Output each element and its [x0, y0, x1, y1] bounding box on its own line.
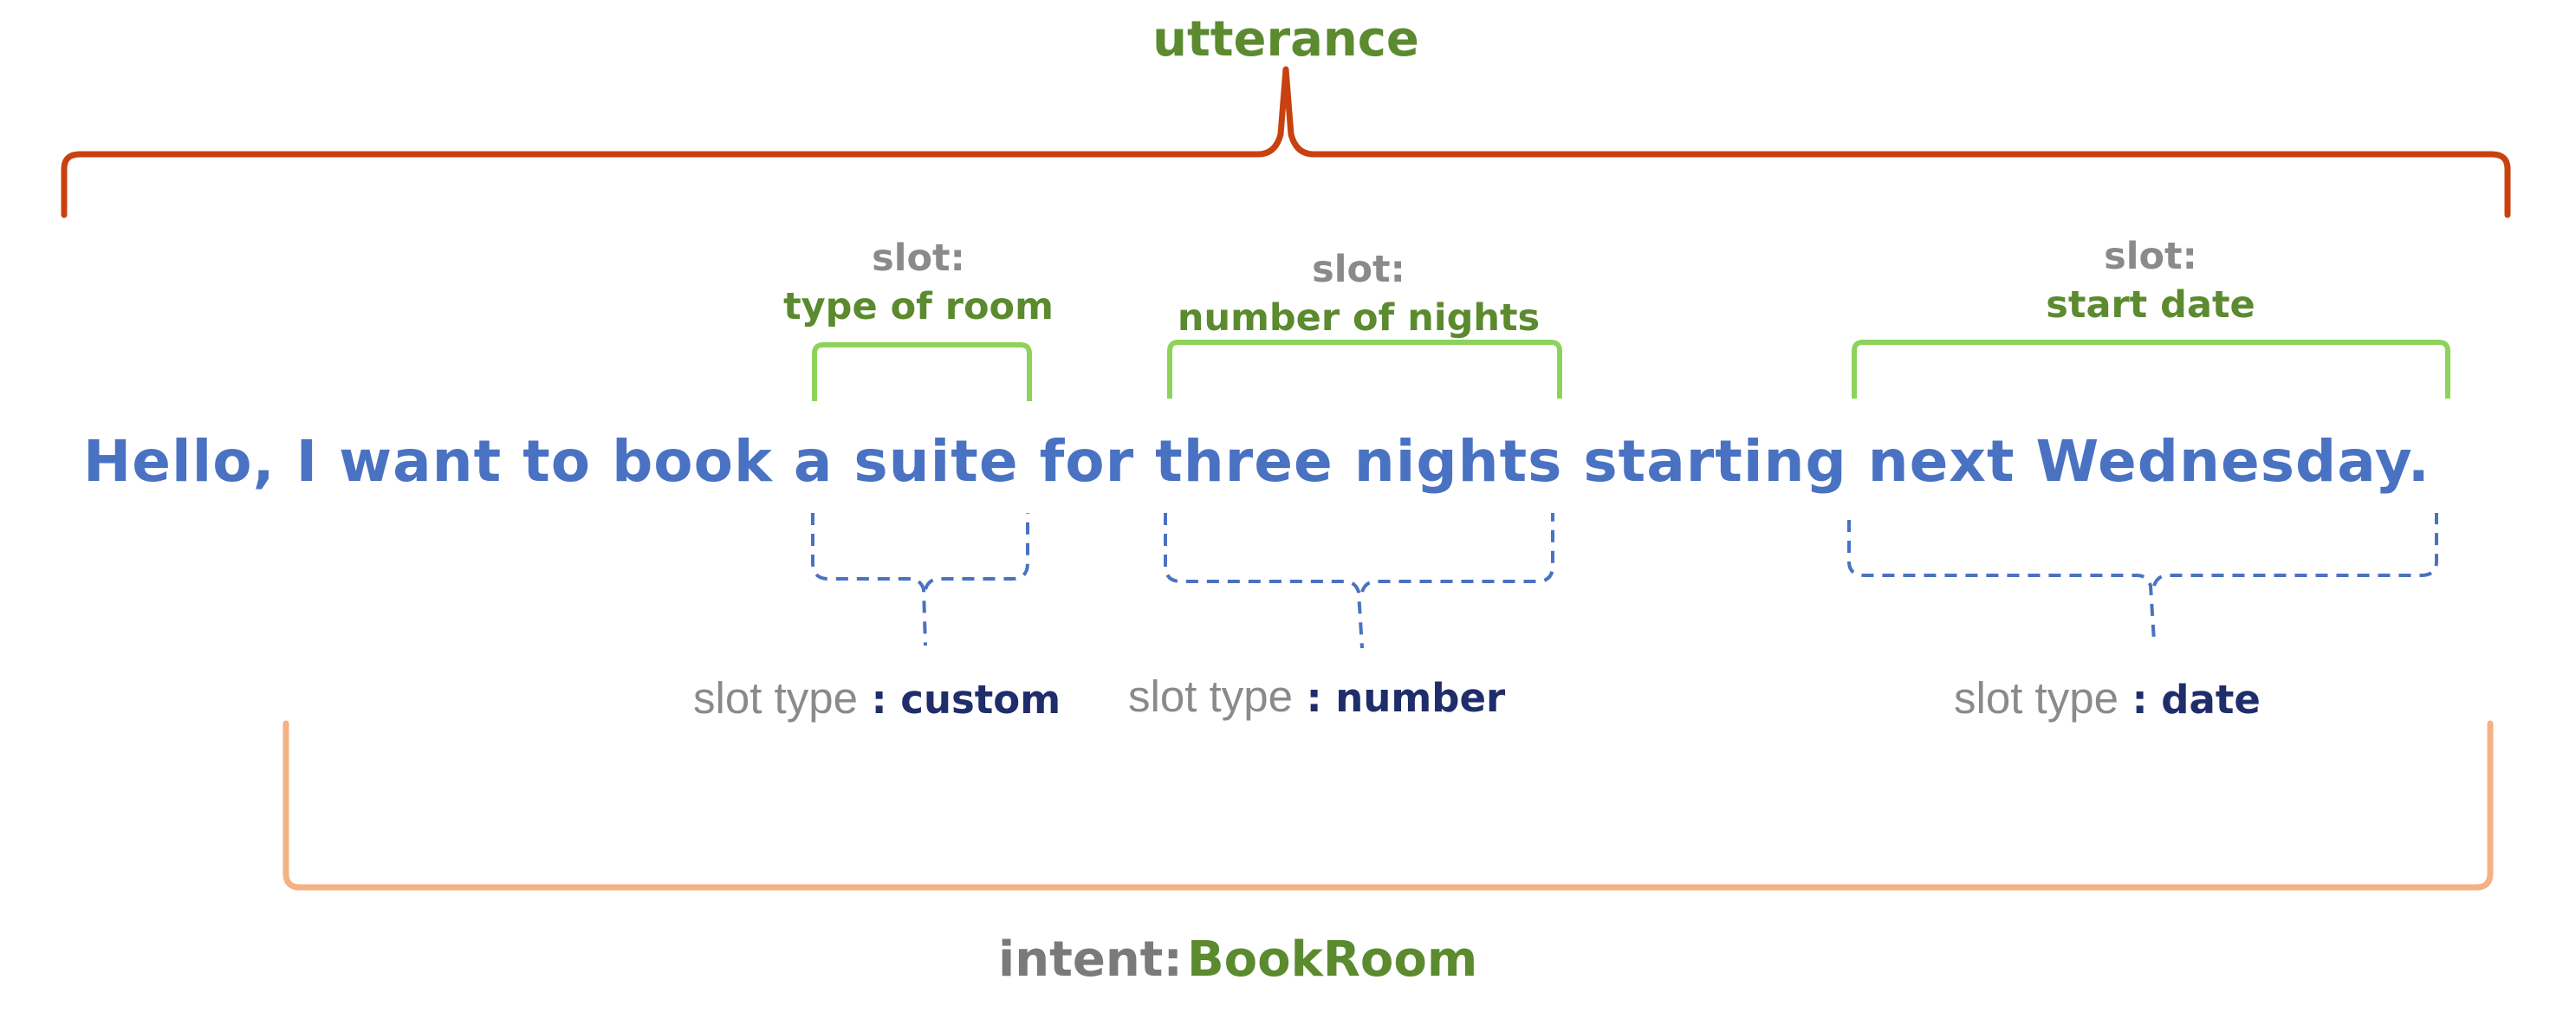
slot-type-number: slot type : number	[1128, 672, 1506, 721]
slot-type-keyword: slot type	[1954, 673, 2119, 723]
slot-bracket-start-date	[1852, 340, 2450, 399]
slot-type-keyword: slot type	[1128, 672, 1293, 721]
utterance-sentence: Hello, I want to book a suite for three …	[83, 428, 2430, 495]
utterance-brace	[61, 66, 2511, 218]
slot-bracket-type-of-room	[812, 342, 1032, 401]
intent-name: BookRoom	[1186, 931, 1478, 988]
slot-type-custom: slot type : custom	[693, 673, 1061, 723]
slot-keyword-start-date: slot:	[2104, 235, 2197, 278]
slot-keyword-number-of-nights: slot:	[1312, 248, 1405, 291]
slot-name-type-of-room: type of room	[783, 285, 1054, 328]
slot-type-date: slot type : date	[1954, 673, 2261, 723]
intent-label: intent: BookRoom	[998, 936, 1477, 984]
utterance-label: utterance	[1152, 11, 1419, 68]
intent-brace	[282, 720, 2494, 891]
slot-name-number-of-nights: number of nights	[1177, 296, 1541, 340]
slot-type-brace-date	[1847, 513, 2438, 642]
slot-name-start-date: start date	[2046, 283, 2255, 327]
slot-bracket-number-of-nights	[1167, 340, 1562, 399]
slot-type-value-custom: custom	[900, 677, 1061, 723]
intent-keyword: intent:	[998, 931, 1183, 988]
diagram-canvas	[61, 66, 2511, 891]
slot-type-value-date: date	[2161, 677, 2261, 723]
slot-type-brace-number	[1164, 513, 1554, 649]
slot-type-keyword: slot type	[693, 673, 858, 723]
slot-type-brace-custom	[811, 513, 1029, 646]
slot-type-value-number: number	[1335, 675, 1506, 721]
slot-keyword-type-of-room: slot:	[872, 237, 965, 280]
